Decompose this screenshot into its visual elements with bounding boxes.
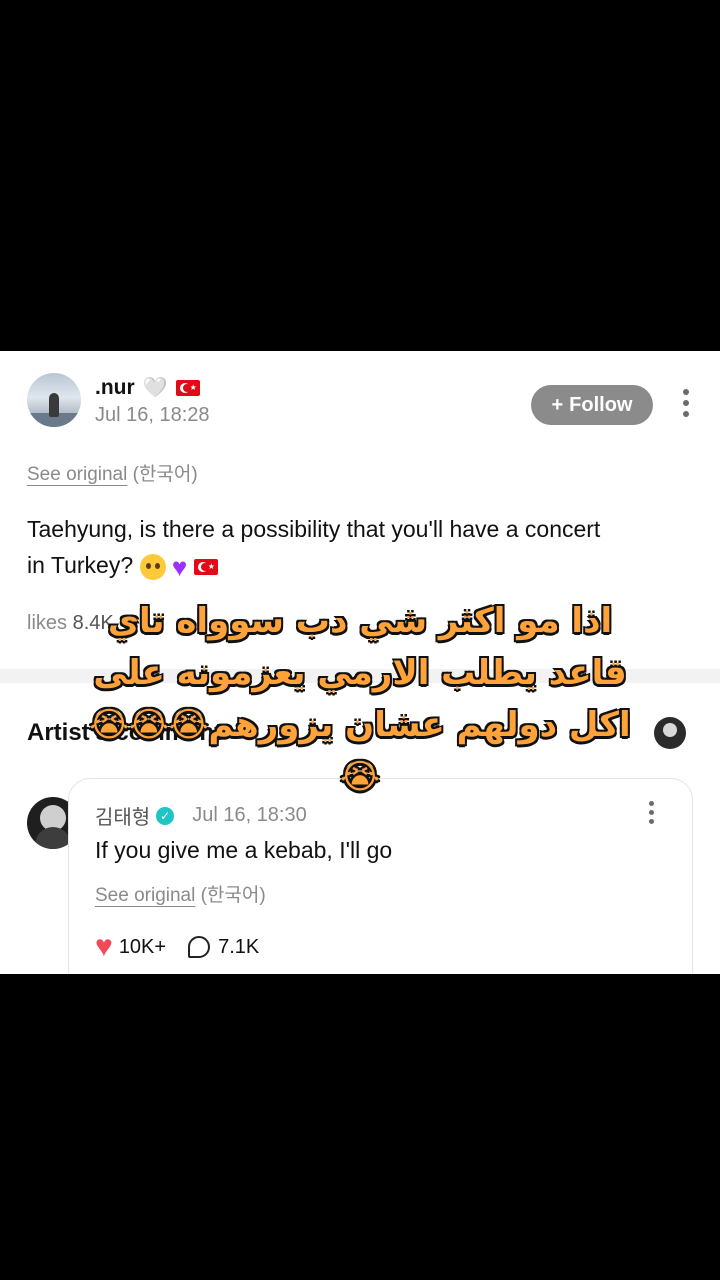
see-original-link[interactable]: See original	[27, 464, 127, 485]
follow-button[interactable]: + Follow	[531, 385, 653, 425]
artist-avatar-small[interactable]	[654, 717, 686, 749]
comment-date: Jul 16, 18:30	[192, 804, 307, 826]
language-label: (한국어)	[132, 464, 198, 485]
caption-line3: اكل دولهم عشان يزورهم😭😭😭	[89, 705, 631, 745]
purple-heart-icon: ♥	[171, 551, 188, 582]
comment-language-label: (한국어)	[200, 885, 266, 906]
turkey-flag-icon: ★	[193, 558, 218, 575]
comment-likes: 10K+	[118, 935, 167, 958]
post-author[interactable]: .nur 🤍 ★	[95, 375, 200, 400]
caption-line1: اذا مو اكثر شي دب سوواه تاي	[107, 601, 613, 641]
arabic-caption-overlay: اذا مو اكثر شي دب سوواه تاي قاعد يطلب ال…	[80, 595, 640, 803]
comment-more-icon[interactable]	[649, 801, 655, 824]
comment-text: If you give me a kebab, I'll go	[95, 837, 393, 863]
verified-badge-icon: ✓	[156, 806, 175, 825]
username[interactable]: .nur	[95, 376, 135, 400]
comment-author[interactable]: 김태형	[95, 801, 150, 830]
caption-line2: قاعد يطلب الارمي يعزمونه على	[93, 653, 627, 693]
white-heart-icon: 🤍	[142, 377, 168, 399]
likes-label: likes	[27, 612, 68, 634]
post-text-line1: Taehyung, is there a possibility that yo…	[27, 516, 601, 542]
comment-header: 김태형 ✓ Jul 16, 18:30	[95, 801, 307, 830]
comment-see-original: See original (한국어)	[95, 880, 266, 907]
turkey-flag-icon: ★	[175, 379, 200, 396]
like-heart-icon[interactable]: ♥	[95, 932, 113, 962]
comment-see-original-link[interactable]: See original	[95, 885, 195, 906]
crying-face-icon: 😭	[340, 757, 380, 797]
post-date: Jul 16, 18:28	[95, 404, 210, 426]
see-original: See original (한국어)	[27, 459, 198, 486]
post-body: Taehyung, is there a possibility that yo…	[27, 511, 687, 585]
follow-label: Follow	[569, 393, 633, 416]
comment-replies: 7.1K	[218, 935, 260, 958]
reply-bubble-icon[interactable]	[188, 936, 211, 958]
plus-icon: +	[551, 393, 564, 416]
artist-comment-card: 김태형 ✓ Jul 16, 18:30 If you give me a keb…	[68, 778, 693, 974]
comment-reactions: ♥ 10K+ 7.1K	[95, 932, 260, 962]
post-text-line2: in Turkey?	[27, 552, 134, 578]
pleading-face-icon	[139, 553, 166, 580]
user-avatar[interactable]	[27, 373, 81, 427]
more-options-icon[interactable]	[681, 389, 691, 417]
